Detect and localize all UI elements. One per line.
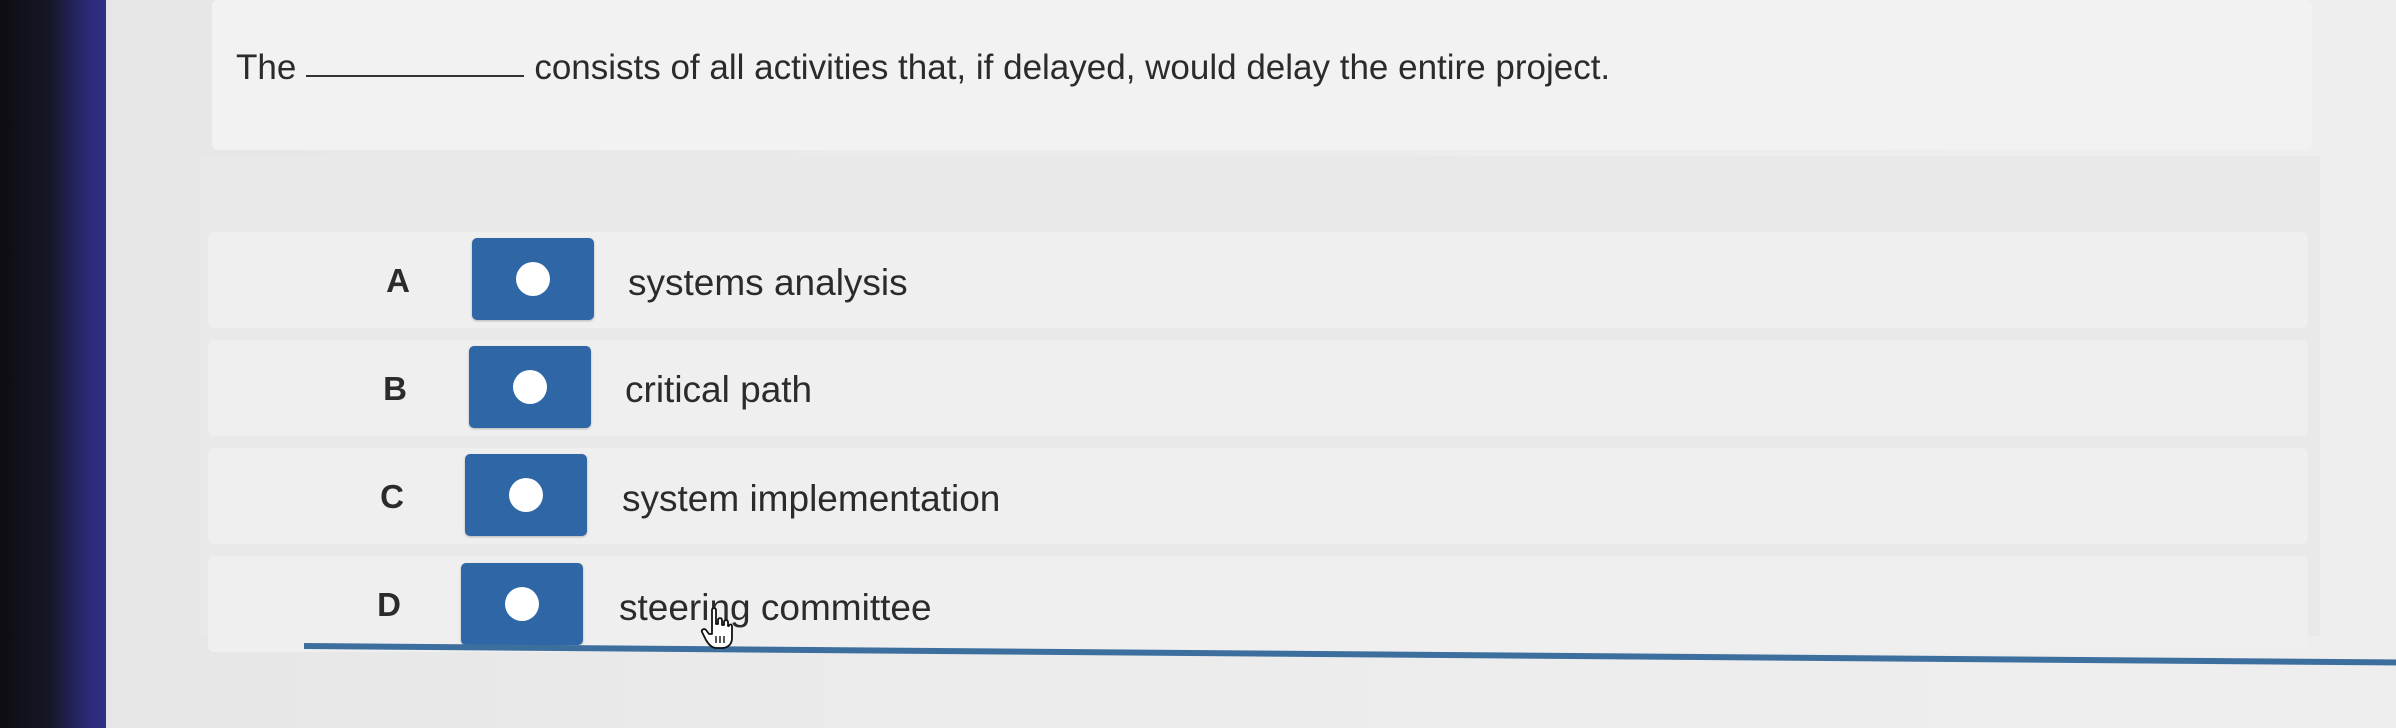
radio-dot-icon <box>505 587 539 621</box>
radio-dot-icon <box>513 370 547 404</box>
question-text: The consists of all activities that, if d… <box>236 48 1610 88</box>
radio-dot-icon <box>516 262 550 296</box>
monitor-bezel <box>0 0 110 728</box>
option-text-b[interactable]: critical path <box>625 369 812 411</box>
option-text-c[interactable]: system implementation <box>622 478 1000 520</box>
answer-blank <box>306 75 525 77</box>
option-d-radio-button[interactable] <box>461 563 583 645</box>
question-before-blank: The <box>236 48 297 87</box>
option-letter-b: B <box>383 370 407 407</box>
radio-dot-icon <box>509 478 543 512</box>
option-letter-c: C <box>380 478 404 515</box>
hand-pointer-icon <box>700 607 733 649</box>
question-after-blank: consists of all activities that, if dela… <box>534 48 1611 87</box>
option-b-radio-button[interactable] <box>469 346 591 428</box>
option-text-d[interactable]: steering committee <box>619 587 932 629</box>
option-letter-d: D <box>377 586 401 623</box>
option-a-radio-button[interactable] <box>472 238 594 320</box>
option-c-radio-button[interactable] <box>465 454 587 536</box>
option-text-a[interactable]: systems analysis <box>628 262 908 304</box>
option-letter-a: A <box>386 262 410 299</box>
